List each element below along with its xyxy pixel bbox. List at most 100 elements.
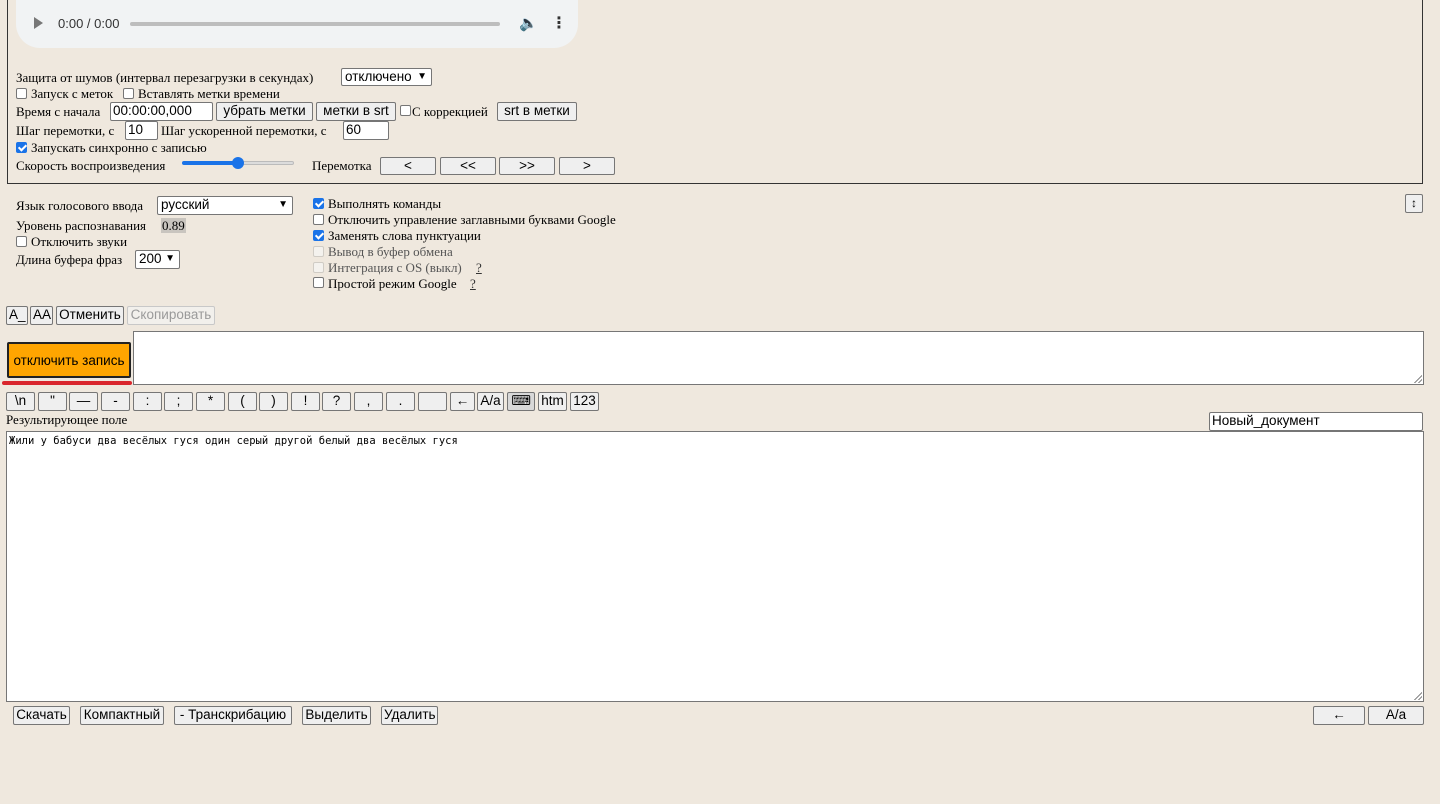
record-underline bbox=[2, 381, 132, 385]
punct-em-dash-button[interactable]: — bbox=[69, 392, 98, 411]
buffer-label: Длина буфера фраз bbox=[16, 252, 123, 267]
replace-punct-checkbox[interactable] bbox=[313, 230, 324, 241]
speed-slider[interactable] bbox=[182, 157, 294, 169]
recog-label: Уровень распознавания bbox=[16, 218, 147, 233]
os-integration-help-link[interactable]: ? bbox=[476, 260, 482, 275]
case-toggle-button[interactable]: A/a bbox=[1368, 706, 1424, 725]
volume-icon[interactable]: 🔈 bbox=[519, 14, 538, 33]
select-button[interactable]: Выделить bbox=[302, 706, 371, 725]
speed-slider-fill bbox=[182, 161, 238, 165]
insert-timestamps-label: Вставлять метки времени bbox=[138, 86, 280, 101]
speed-label: Скорость воспроизведения bbox=[16, 158, 166, 173]
expand-icon[interactable]: ↕ bbox=[1405, 194, 1423, 213]
punct-newline-button[interactable]: \n bbox=[6, 392, 35, 411]
noise-select-value: отключено bbox=[345, 69, 412, 84]
a-underscore-button[interactable]: A_ bbox=[6, 306, 28, 325]
step-label: Шаг перемотки, с bbox=[16, 123, 115, 138]
compact-button[interactable]: Компактный bbox=[80, 706, 164, 725]
document-name-input[interactable]: Новый_документ bbox=[1209, 412, 1423, 431]
voice-lang-label: Язык голосового ввода bbox=[16, 198, 144, 213]
rewind-back-button[interactable]: < bbox=[380, 157, 436, 175]
simple-google-checkbox[interactable] bbox=[313, 277, 324, 288]
transcription-button[interactable]: - Транскрибацию bbox=[174, 706, 292, 725]
simple-google-help-link[interactable]: ? bbox=[470, 276, 476, 291]
disable-caps-label: Отключить управление заглавными буквами … bbox=[328, 212, 616, 227]
punct-question-button[interactable]: ? bbox=[322, 392, 351, 411]
punct-comma-button[interactable]: , bbox=[354, 392, 383, 411]
exec-commands-label: Выполнять команды bbox=[328, 196, 442, 211]
result-textarea[interactable]: Жили у бабуси два весёлых гуся один серы… bbox=[6, 431, 1424, 702]
punct-htm-button[interactable]: htm bbox=[538, 392, 567, 411]
interim-text-input[interactable] bbox=[133, 331, 1424, 385]
clipboard-label: Вывод в буфер обмена bbox=[328, 244, 453, 259]
start-from-marks-label: Запуск с меток bbox=[31, 86, 114, 101]
punct-exclamation-button[interactable]: ! bbox=[291, 392, 320, 411]
replace-punct-label: Заменять слова пунктуации bbox=[328, 228, 481, 243]
clipboard-checkbox bbox=[313, 246, 324, 257]
insert-timestamps-checkbox[interactable] bbox=[123, 88, 134, 99]
with-correction-checkbox[interactable] bbox=[400, 105, 411, 116]
mute-sounds-checkbox[interactable] bbox=[16, 236, 27, 247]
rewind-label: Перемотка bbox=[312, 158, 372, 173]
chevron-down-icon: ▼ bbox=[417, 71, 427, 82]
punct-backspace-button[interactable]: ← bbox=[450, 392, 475, 411]
srt-to-marks-button[interactable]: srt в метки bbox=[497, 102, 577, 121]
result-text: Жили у бабуси два весёлых гуся один серы… bbox=[9, 435, 458, 447]
time-input[interactable]: 00:00:00,000 bbox=[110, 102, 213, 121]
punct-open-paren-button[interactable]: ( bbox=[228, 392, 257, 411]
punct-case-button[interactable]: A/a bbox=[477, 392, 504, 411]
time-label: Время с начала bbox=[16, 104, 101, 119]
delete-button[interactable]: Удалить bbox=[381, 706, 438, 725]
speed-slider-track bbox=[238, 161, 294, 165]
buffer-select[interactable]: 200 ▼ bbox=[135, 250, 180, 269]
chevron-down-icon: ▼ bbox=[165, 253, 175, 264]
audio-player[interactable]: 0:00 / 0:00 🔈 ⋮ bbox=[16, 0, 578, 48]
resize-grip-icon[interactable] bbox=[1414, 375, 1422, 383]
audio-progress[interactable] bbox=[130, 22, 500, 26]
more-vert-icon[interactable]: ⋮ bbox=[551, 13, 567, 32]
exec-commands-checkbox[interactable] bbox=[313, 198, 324, 209]
sync-record-label: Запускать синхронно с записью bbox=[31, 140, 207, 155]
mute-sounds-label: Отключить звуки bbox=[31, 234, 128, 249]
back-arrow-button[interactable]: ← bbox=[1313, 706, 1365, 725]
recog-value: 0.89 bbox=[161, 218, 186, 233]
punct-quote-button[interactable]: " bbox=[38, 392, 67, 411]
step-input[interactable]: 10 bbox=[125, 121, 158, 140]
with-correction-label: С коррекцией bbox=[412, 104, 488, 119]
copy-button: Скопировать bbox=[127, 306, 215, 325]
punct-numbers-button[interactable]: 123 bbox=[570, 392, 599, 411]
start-from-marks-checkbox[interactable] bbox=[16, 88, 27, 99]
play-icon[interactable] bbox=[34, 17, 43, 29]
punct-hyphen-button[interactable]: - bbox=[101, 392, 130, 411]
undo-button[interactable]: Отменить bbox=[56, 306, 124, 325]
voice-lang-select[interactable]: русский ▼ bbox=[157, 196, 293, 215]
fast-step-input[interactable]: 60 bbox=[343, 121, 389, 140]
result-label: Результирующее поле bbox=[6, 412, 128, 427]
sync-record-checkbox[interactable] bbox=[16, 142, 27, 153]
punct-period-button[interactable]: . bbox=[386, 392, 415, 411]
rewind-fast-forward-button[interactable]: >> bbox=[499, 157, 555, 175]
resize-grip-icon[interactable] bbox=[1414, 692, 1422, 700]
simple-google-label: Простой режим Google bbox=[328, 276, 457, 291]
toggle-record-button[interactable]: отключить запись bbox=[7, 342, 131, 378]
buffer-value: 200 bbox=[139, 251, 162, 266]
keyboard-icon: ⌨ bbox=[511, 393, 531, 409]
marks-to-srt-button[interactable]: метки в srt bbox=[316, 102, 396, 121]
punct-close-paren-button[interactable]: ) bbox=[259, 392, 288, 411]
audio-time: 0:00 / 0:00 bbox=[58, 16, 120, 31]
uppercase-button[interactable]: AA bbox=[30, 306, 53, 325]
punct-keyboard-button[interactable]: ⌨ bbox=[507, 392, 535, 411]
disable-caps-checkbox[interactable] bbox=[313, 214, 324, 225]
punct-space-button[interactable] bbox=[418, 392, 447, 411]
voice-lang-value: русский bbox=[161, 197, 210, 212]
punct-semicolon-button[interactable]: ; bbox=[164, 392, 193, 411]
download-button[interactable]: Скачать bbox=[13, 706, 70, 725]
rewind-forward-button[interactable]: > bbox=[559, 157, 615, 175]
rewind-fast-back-button[interactable]: << bbox=[440, 157, 496, 175]
punct-colon-button[interactable]: : bbox=[133, 392, 162, 411]
os-integration-checkbox bbox=[313, 262, 324, 273]
punct-asterisk-button[interactable]: * bbox=[196, 392, 225, 411]
remove-marks-button[interactable]: убрать метки bbox=[216, 102, 313, 121]
speed-slider-thumb[interactable] bbox=[232, 157, 244, 169]
noise-select[interactable]: отключено ▼ bbox=[341, 68, 432, 86]
